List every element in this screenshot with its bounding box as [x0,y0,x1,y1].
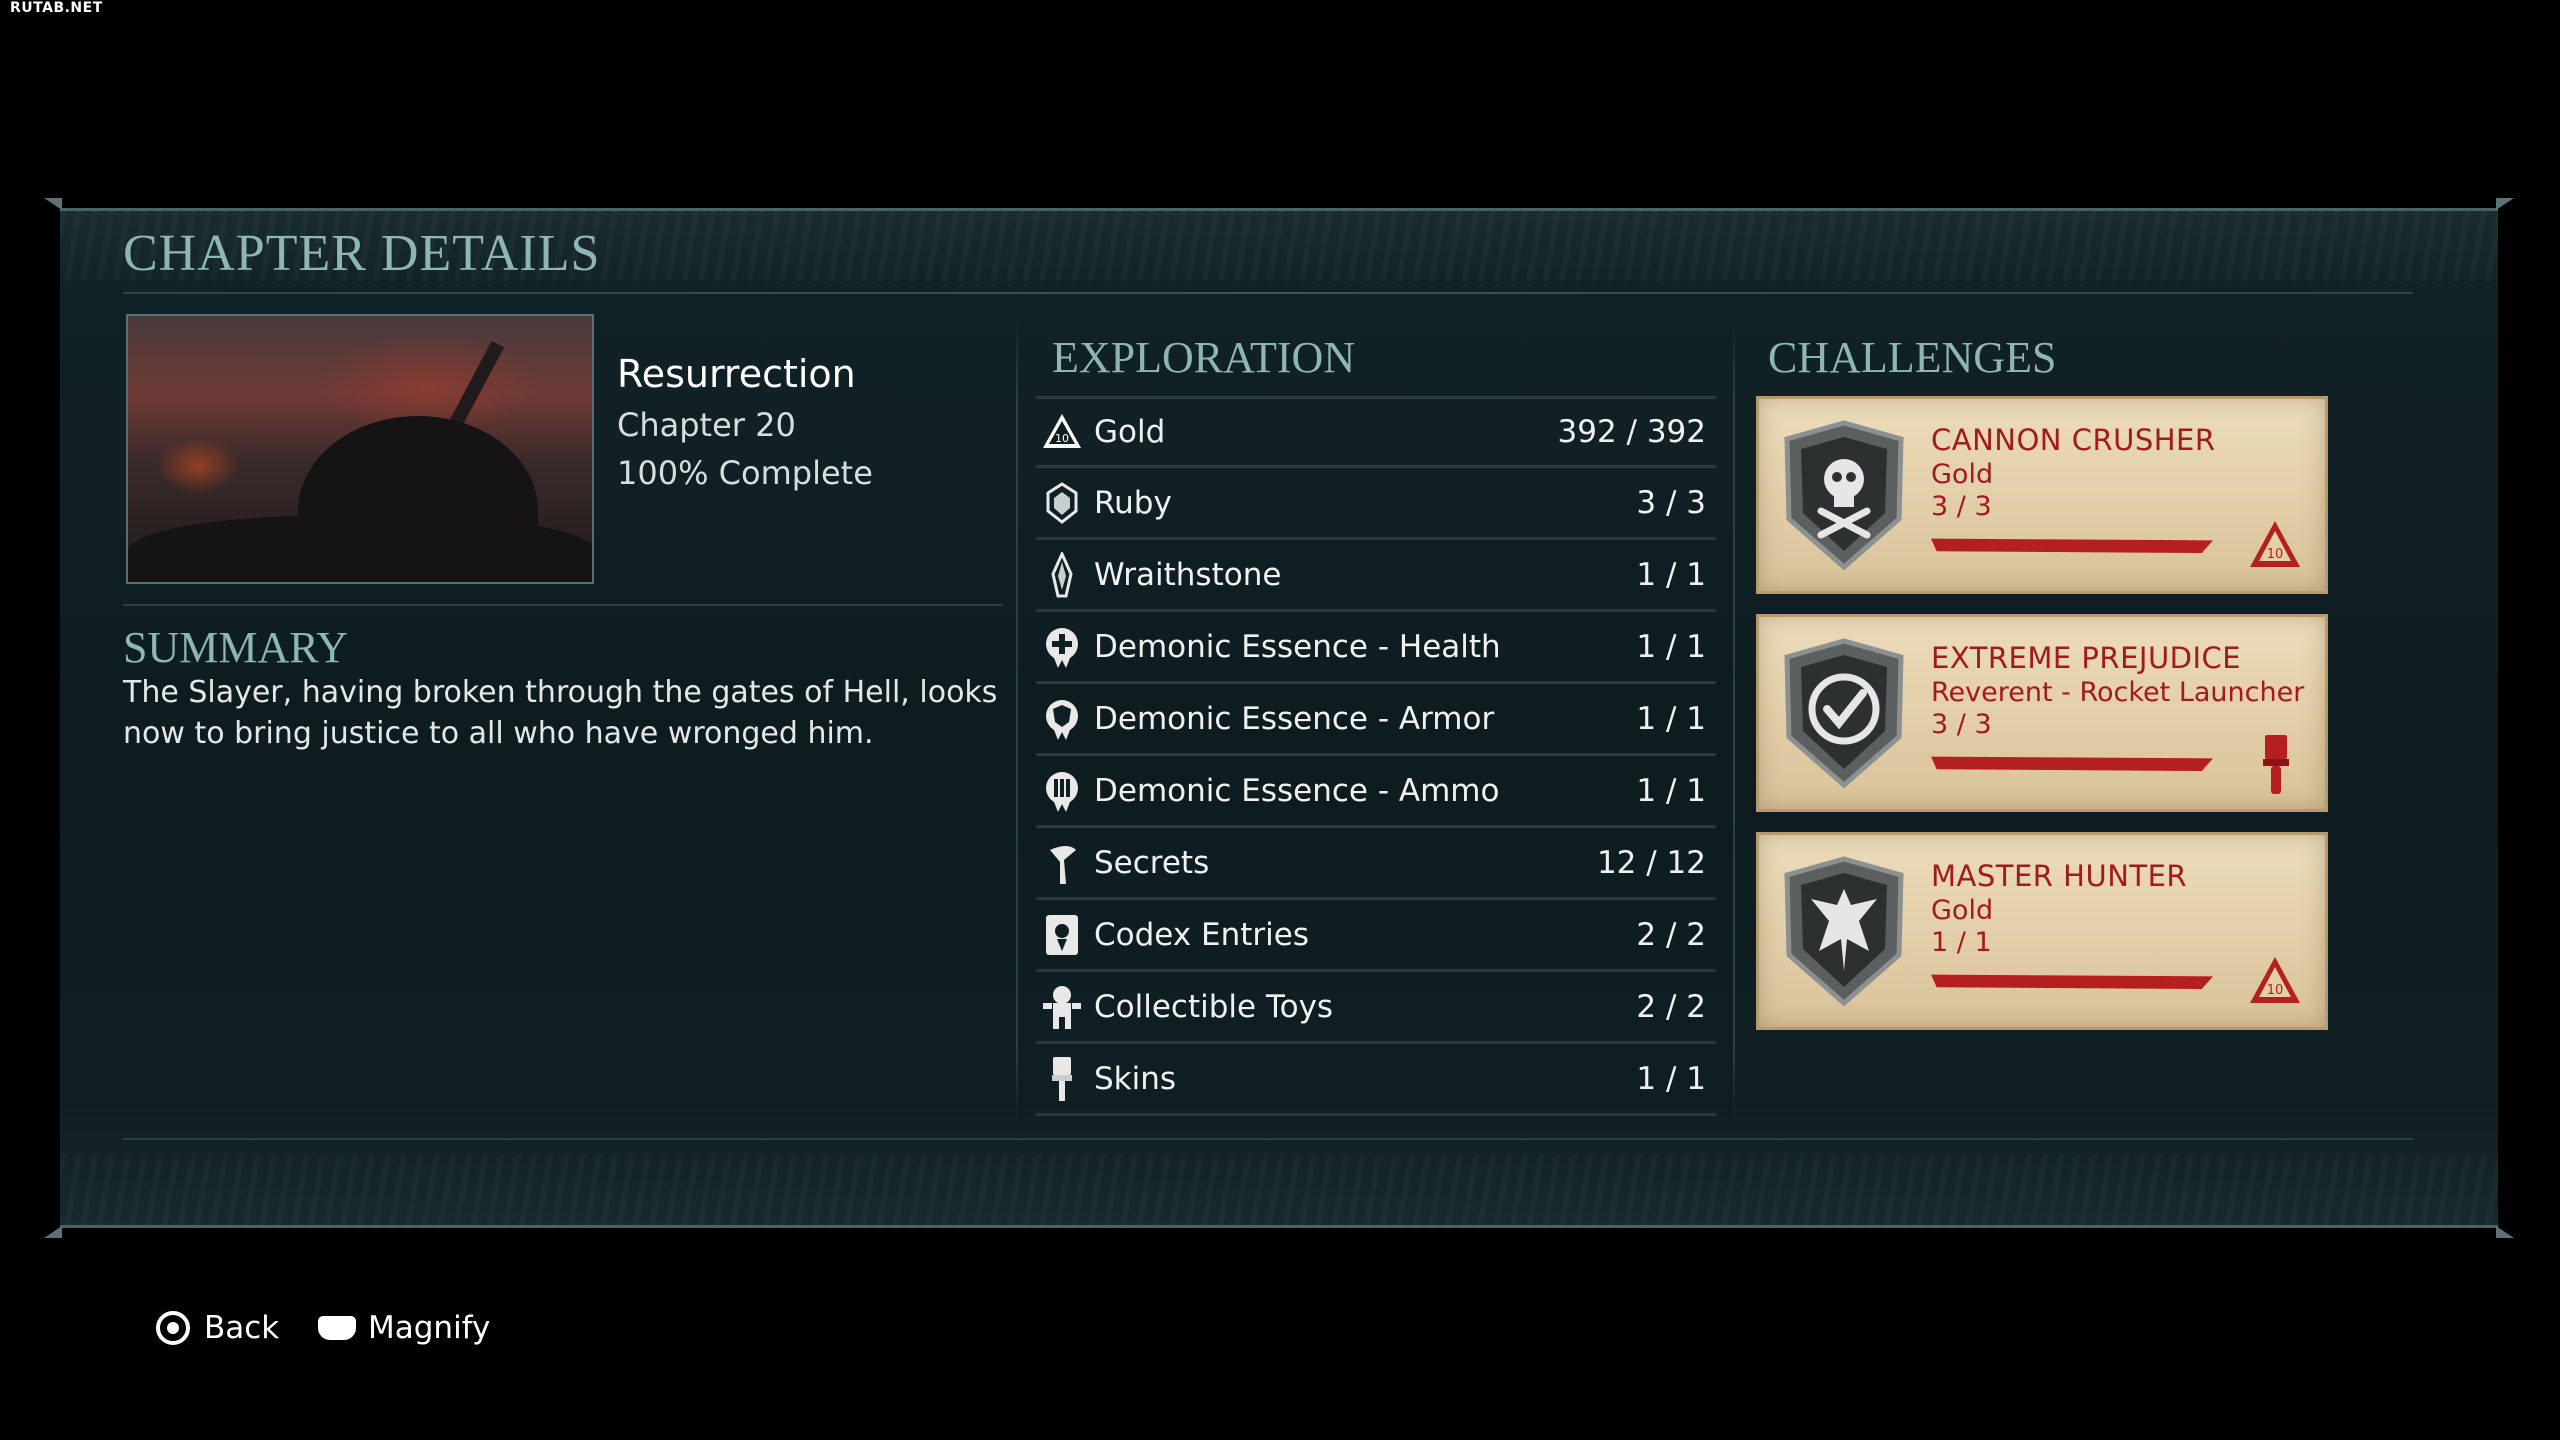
gold-icon: 10 [1036,406,1088,458]
magnify-button[interactable]: Magnify [318,1310,490,1346]
exploration-list: 10 Gold 392 / 392 Ruby 3 / 3 Wraithstone… [1036,396,1716,1116]
challenge-progress-bar [1931,974,2213,989]
exploration-count: 3 / 3 [1636,484,1706,521]
challenge-reward: Reverent - Rocket Launcher [1931,677,2305,708]
exploration-row-skins: Skins 1 / 1 [1036,1044,1716,1116]
exploration-count: 2 / 2 [1636,916,1706,953]
column-divider [1016,316,1018,1126]
exploration-count: 1 / 1 [1636,628,1706,665]
exploration-label: Wraithstone [1094,556,1282,593]
exploration-label: Gold [1094,414,1166,450]
panel-corner-top-left [44,198,62,210]
ruby-icon [1036,477,1088,529]
challenge-count: 3 / 3 [1931,491,1992,522]
back-label: Back [204,1310,280,1346]
challenge-progress-fill [1931,538,2213,553]
exploration-count: 1 / 1 [1636,1060,1706,1097]
skull-crossbones-badge-icon [1781,419,1907,571]
chapter-number: Chapter 20 [617,406,796,444]
chapter-completion: 100% Complete [617,454,873,492]
wraithstone-icon [1036,549,1088,601]
dragon-badge-icon [1781,855,1907,1007]
watermark: RUTAB.NET [10,0,103,16]
summary-heading: SUMMARY [123,623,348,672]
challenges-heading: CHALLENGES [1768,333,2057,382]
challenge-card: CANNON CRUSHER Gold 3 / 3 10 [1756,396,2328,594]
ammo-essence-icon [1036,765,1088,817]
exploration-count: 12 / 12 [1596,844,1706,881]
summary-divider [123,604,1003,606]
secrets-icon [1036,837,1088,889]
magnify-label: Magnify [368,1310,491,1346]
summary-text: The Slayer, having broken through the ga… [123,675,998,751]
challenge-progress-fill [1931,974,2213,989]
exploration-row-ruby: Ruby 3 / 3 [1036,468,1716,540]
exploration-label: Demonic Essence - Armor [1094,700,1495,737]
exploration-count: 392 / 392 [1557,414,1707,450]
chapter-name: Resurrection [617,352,856,396]
chapter-thumbnail [126,314,594,584]
exploration-row-codex: Codex Entries 2 / 2 [1036,900,1716,972]
skin-brush-icon [1036,1053,1088,1105]
challenge-count: 3 / 3 [1931,709,1992,740]
exploration-heading: EXPLORATION [1052,333,1356,382]
challenge-progress-bar [1931,538,2213,553]
health-essence-icon [1036,621,1088,673]
exploration-label: Collectible Toys [1094,988,1334,1025]
exploration-count: 2 / 2 [1636,988,1706,1025]
exploration-label: Skins [1094,1060,1177,1097]
challenge-title: MASTER HUNTER [1931,859,2188,893]
challenge-title: EXTREME PREJUDICE [1931,641,2242,675]
panel-corner-bottom-left [44,1226,62,1238]
exploration-row-gold: 10 Gold 392 / 392 [1036,396,1716,468]
exploration-row-ammo-essence: Demonic Essence - Ammo 1 / 1 [1036,756,1716,828]
exploration-row-wraithstone: Wraithstone 1 / 1 [1036,540,1716,612]
exploration-row-toys: Collectible Toys 2 / 2 [1036,972,1716,1044]
exploration-label: Demonic Essence - Health [1094,628,1501,665]
exploration-count: 1 / 1 [1636,772,1706,809]
back-button[interactable]: Back [156,1310,279,1346]
exploration-label: Ruby [1094,484,1172,521]
panel-corner-bottom-right [2496,1226,2514,1238]
challenge-card: EXTREME PREJUDICE Reverent - Rocket Laun… [1756,614,2328,812]
paint-brush-reward-icon [2247,735,2303,794]
challenge-progress-fill [1931,756,2213,771]
touchpad-button-icon [318,1316,356,1340]
exploration-row-health-essence: Demonic Essence - Health 1 / 1 [1036,612,1716,684]
page-title: CHAPTER DETAILS [123,225,601,282]
panel-bottom-divider [123,1138,2413,1140]
exploration-row-armor-essence: Demonic Essence - Armor 1 / 1 [1036,684,1716,756]
exploration-count: 1 / 1 [1636,700,1706,737]
exploration-row-secrets: Secrets 12 / 12 [1036,828,1716,900]
title-divider [123,292,2413,294]
exploration-label: Demonic Essence - Ammo [1094,772,1500,809]
exploration-label: Secrets [1094,844,1210,881]
challenge-count: 1 / 1 [1931,927,1992,958]
gold-reward-icon: 10 [2247,517,2303,573]
exploration-count: 1 / 1 [1636,556,1706,593]
gold-reward-icon: 10 [2247,953,2303,1009]
toy-icon [1036,981,1088,1033]
column-divider [1733,316,1735,1126]
challenge-reward: Gold [1931,895,1994,926]
svg-text:10: 10 [2267,547,2284,562]
challenge-card: MASTER HUNTER Gold 1 / 1 10 [1756,832,2328,1030]
challenge-progress-bar [1931,756,2213,771]
armor-essence-icon [1036,693,1088,745]
challenge-reward: Gold [1931,459,1994,490]
circle-button-icon [156,1311,190,1345]
checkmark-badge-icon [1781,637,1907,789]
svg-text:10: 10 [2267,983,2284,998]
codex-icon [1036,909,1088,961]
svg-text:10: 10 [1055,432,1069,445]
exploration-label: Codex Entries [1094,916,1309,953]
panel-corner-top-right [2496,198,2514,210]
challenge-title: CANNON CRUSHER [1931,423,2216,457]
